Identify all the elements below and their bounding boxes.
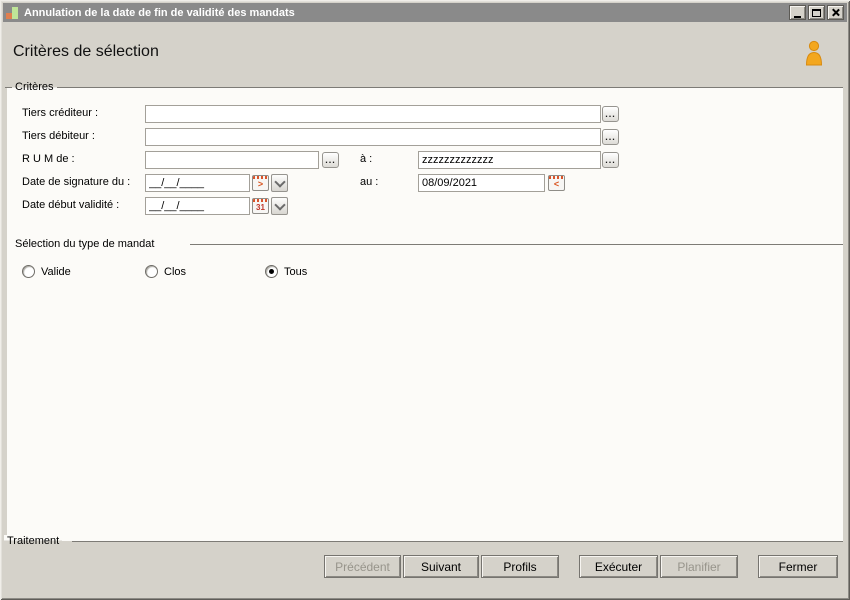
window-controls: [789, 5, 844, 20]
radio-icon: [145, 265, 158, 278]
calendar-arrow-icon: <: [553, 179, 560, 189]
calendar-icon: [549, 176, 564, 179]
date-au-input[interactable]: [418, 174, 545, 192]
calendar-icon: [253, 199, 268, 202]
mandat-group-line: [190, 244, 843, 245]
mandat-legend: Sélection du type de mandat: [12, 238, 158, 250]
close-icon: [831, 8, 840, 17]
radio-clos-label: Clos: [164, 265, 187, 278]
planifier-button[interactable]: Planifier: [660, 555, 738, 578]
radio-selected-icon: [265, 265, 278, 278]
radio-valide[interactable]: Valide: [22, 265, 71, 278]
radio-clos[interactable]: Clos: [145, 265, 186, 278]
date-au-calendar-button[interactable]: <: [548, 175, 565, 191]
radio-tous-label: Tous: [284, 265, 308, 278]
calendar-arrow-icon: >: [257, 179, 264, 189]
date-signature-input[interactable]: [145, 174, 250, 192]
radio-icon: [22, 265, 35, 278]
executer-button[interactable]: Exécuter: [579, 555, 658, 578]
ellipsis-icon: ...: [605, 154, 616, 165]
user-icon: [803, 40, 825, 70]
radio-tous[interactable]: Tous: [265, 265, 307, 278]
date-signature-dropdown-button[interactable]: [271, 174, 288, 192]
date-debut-input[interactable]: [145, 197, 250, 215]
tiers-debiteur-browse-button[interactable]: ...: [602, 129, 619, 145]
traitement-legend: Traitement: [4, 535, 63, 547]
fermer-button[interactable]: Fermer: [758, 555, 838, 578]
tiers-crediteur-input[interactable]: [145, 105, 601, 123]
tiers-debiteur-input[interactable]: [145, 128, 601, 146]
maximize-icon: [812, 8, 821, 17]
window-title: Annulation de la date de fin de validité…: [24, 6, 295, 19]
chevron-down-icon: [273, 198, 286, 211]
close-button[interactable]: [827, 5, 844, 20]
chevron-down-icon: [273, 175, 286, 188]
date-debut-dropdown-button[interactable]: [271, 197, 288, 215]
profils-button[interactable]: Profils: [481, 555, 559, 578]
ellipsis-icon: ...: [325, 154, 336, 165]
minimize-button[interactable]: [789, 5, 806, 20]
ellipsis-icon: ...: [605, 108, 616, 119]
ellipsis-icon: ...: [605, 131, 616, 142]
minimize-icon: [794, 9, 801, 18]
rum-de-browse-button[interactable]: ...: [322, 152, 339, 168]
titlebar[interactable]: Annulation de la date de fin de validité…: [3, 3, 847, 22]
app-icon-green-bar: [12, 6, 18, 19]
tiers-crediteur-label: Tiers créditeur :: [22, 107, 99, 119]
radio-valide-label: Valide: [41, 265, 71, 278]
date-debut-label: Date début validité :: [22, 199, 120, 211]
date-signature-label: Date de signature du :: [22, 176, 131, 188]
date-debut-calendar-button[interactable]: 31: [252, 198, 269, 214]
criteria-group-line: [5, 87, 843, 88]
rum-a-input[interactable]: [418, 151, 601, 169]
app-icon: [6, 6, 20, 20]
calendar-31-icon: 31: [256, 203, 265, 212]
criteria-legend: Critères: [12, 81, 57, 93]
calendar-icon: [253, 176, 268, 179]
precedent-button[interactable]: Précédent: [324, 555, 401, 578]
rum-a-label: à :: [360, 153, 373, 165]
maximize-button[interactable]: [808, 5, 825, 20]
tiers-debiteur-label: Tiers débiteur :: [22, 130, 95, 142]
dialog-window: Annulation de la date de fin de validité…: [0, 0, 850, 600]
traitement-group-line: [72, 541, 843, 542]
date-au-label: au :: [360, 176, 379, 188]
page-title: Critères de sélection: [13, 43, 159, 60]
date-signature-calendar-button[interactable]: >: [252, 175, 269, 191]
rum-de-input[interactable]: [145, 151, 319, 169]
tiers-crediteur-browse-button[interactable]: ...: [602, 106, 619, 122]
suivant-button[interactable]: Suivant: [403, 555, 479, 578]
rum-de-label: R U M de :: [22, 153, 75, 165]
rum-a-browse-button[interactable]: ...: [602, 152, 619, 168]
